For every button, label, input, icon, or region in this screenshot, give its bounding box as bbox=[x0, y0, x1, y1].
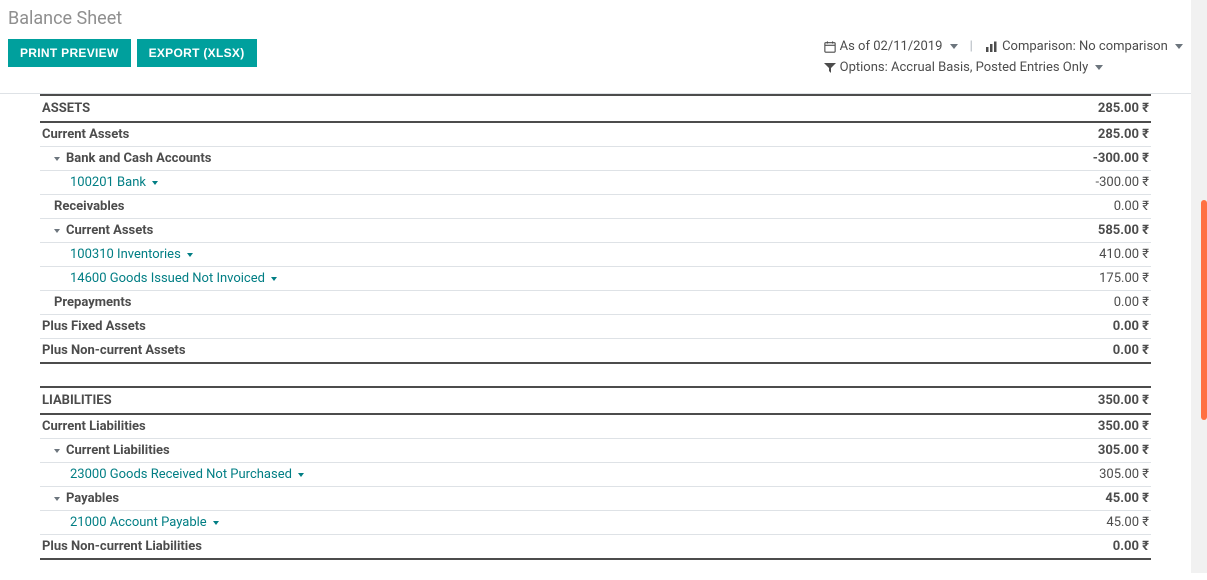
liabilities-amount: 350.00 ₹ bbox=[946, 387, 1151, 414]
current-assets-hdr-label: Current Assets bbox=[40, 122, 946, 147]
options-label: Options: bbox=[840, 60, 888, 75]
plus-ncl-amount: 0.00 ₹ bbox=[946, 535, 1151, 560]
payables-amount: 45.00 ₹ bbox=[946, 487, 1151, 511]
bank-cash-amount: -300.00 ₹ bbox=[946, 147, 1151, 171]
current-assets-amount: 585.00 ₹ bbox=[946, 219, 1151, 243]
row-bank[interactable]: 100201 Bank -300.00 ₹ bbox=[40, 171, 1151, 195]
prepayments-amount: 0.00 ₹ bbox=[946, 291, 1151, 315]
chevron-down-icon bbox=[213, 521, 219, 525]
cur-liab-amount: 305.00 ₹ bbox=[946, 439, 1151, 463]
row-inventories[interactable]: 100310 Inventories 410.00 ₹ bbox=[40, 243, 1151, 267]
chevron-down-icon bbox=[54, 157, 60, 161]
account-payable-amount: 45.00 ₹ bbox=[946, 511, 1151, 535]
liabilities-label: LIABILITIES bbox=[40, 387, 946, 414]
row-current-assets-header[interactable]: Current Assets 285.00 ₹ bbox=[40, 122, 1151, 147]
account-payable-link[interactable]: 21000 Account Payable bbox=[70, 515, 207, 530]
goods-received-amount: 305.00 ₹ bbox=[946, 463, 1151, 487]
assets-label: ASSETS bbox=[40, 95, 946, 122]
receivables-label: Receivables bbox=[40, 195, 946, 219]
plus-fixed-amount: 0.00 ₹ bbox=[946, 315, 1151, 339]
inventories-link[interactable]: 100310 Inventories bbox=[70, 247, 181, 262]
filter-icon bbox=[824, 62, 836, 74]
row-bank-cash[interactable]: Bank and Cash Accounts -300.00 ₹ bbox=[40, 147, 1151, 171]
plus-nca-label: Plus Non-current Assets bbox=[40, 339, 946, 364]
chevron-down-icon bbox=[54, 497, 60, 501]
chevron-down-icon bbox=[950, 44, 958, 49]
row-assets[interactable]: ASSETS 285.00 ₹ bbox=[40, 95, 1151, 122]
comparison-filter[interactable]: Comparison: No comparison bbox=[985, 39, 1183, 54]
comparison-label: Comparison: bbox=[1002, 39, 1076, 54]
row-plus-nca[interactable]: Plus Non-current Assets 0.00 ₹ bbox=[40, 339, 1151, 364]
payables-label: Payables bbox=[66, 491, 119, 506]
prepayments-label: Prepayments bbox=[40, 291, 946, 315]
inventories-amount: 410.00 ₹ bbox=[946, 243, 1151, 267]
row-plus-ncl[interactable]: Plus Non-current Liabilities 0.00 ₹ bbox=[40, 535, 1151, 560]
goods-issued-link[interactable]: 14600 Goods Issued Not Invoiced bbox=[70, 271, 265, 286]
row-prepayments[interactable]: Prepayments 0.00 ₹ bbox=[40, 291, 1151, 315]
page-title: Balance Sheet bbox=[8, 8, 1183, 29]
chevron-down-icon bbox=[1095, 65, 1103, 70]
chevron-down-icon bbox=[187, 253, 193, 257]
receivables-amount: 0.00 ₹ bbox=[946, 195, 1151, 219]
row-current-liabilities[interactable]: Current Liabilities 305.00 ₹ bbox=[40, 439, 1151, 463]
options-filter[interactable]: Options: Accrual Basis, Posted Entries O… bbox=[824, 60, 1103, 75]
cur-liab-label: Current Liabilities bbox=[66, 443, 170, 458]
goods-issued-amount: 175.00 ₹ bbox=[946, 267, 1151, 291]
assets-amount: 285.00 ₹ bbox=[946, 95, 1151, 122]
asof-label: As of bbox=[840, 39, 870, 54]
report-body: ASSETS 285.00 ₹ Current Assets 285.00 ₹ … bbox=[0, 94, 1191, 580]
date-filter[interactable]: As of 02/11/2019 bbox=[824, 39, 957, 54]
chevron-down-icon bbox=[54, 229, 60, 233]
current-assets-hdr-amount: 285.00 ₹ bbox=[946, 122, 1151, 147]
row-liabilities[interactable]: LIABILITIES 350.00 ₹ bbox=[40, 387, 1151, 414]
chevron-down-icon bbox=[298, 473, 304, 477]
goods-received-link[interactable]: 23000 Goods Received Not Purchased bbox=[70, 467, 292, 482]
row-current-assets[interactable]: Current Assets 585.00 ₹ bbox=[40, 219, 1151, 243]
scrollbar[interactable] bbox=[1191, 0, 1207, 573]
row-plus-fixed-assets[interactable]: Plus Fixed Assets 0.00 ₹ bbox=[40, 315, 1151, 339]
cur-liab-hdr-label: Current Liabilities bbox=[40, 414, 946, 439]
plus-nca-amount: 0.00 ₹ bbox=[946, 339, 1151, 364]
row-payables[interactable]: Payables 45.00 ₹ bbox=[40, 487, 1151, 511]
chevron-down-icon bbox=[271, 277, 277, 281]
print-preview-button[interactable]: PRINT PREVIEW bbox=[8, 39, 131, 67]
row-account-payable[interactable]: 21000 Account Payable 45.00 ₹ bbox=[40, 511, 1151, 535]
row-current-liabilities-header[interactable]: Current Liabilities 350.00 ₹ bbox=[40, 414, 1151, 439]
bank-link[interactable]: 100201 Bank bbox=[70, 175, 146, 190]
chevron-down-icon bbox=[152, 181, 158, 185]
current-assets-label: Current Assets bbox=[66, 223, 153, 238]
bank-amount: -300.00 ₹ bbox=[946, 171, 1151, 195]
plus-fixed-label: Plus Fixed Assets bbox=[40, 315, 946, 339]
plus-ncl-label: Plus Non-current Liabilities bbox=[40, 535, 946, 560]
row-goods-received[interactable]: 23000 Goods Received Not Purchased 305.0… bbox=[40, 463, 1151, 487]
row-goods-issued[interactable]: 14600 Goods Issued Not Invoiced 175.00 ₹ bbox=[40, 267, 1151, 291]
header: Balance Sheet PRINT PREVIEW EXPORT (XLSX… bbox=[0, 0, 1191, 94]
asof-date: 02/11/2019 bbox=[873, 39, 942, 54]
chevron-down-icon bbox=[54, 449, 60, 453]
comparison-value: No comparison bbox=[1079, 39, 1168, 54]
report-filters: As of 02/11/2019 | Comparison: No compar… bbox=[824, 39, 1183, 81]
options-value: Accrual Basis, Posted Entries Only bbox=[891, 60, 1088, 75]
calendar-icon bbox=[824, 41, 836, 53]
chevron-down-icon bbox=[1175, 44, 1183, 49]
cur-liab-hdr-amount: 350.00 ₹ bbox=[946, 414, 1151, 439]
row-receivables[interactable]: Receivables 0.00 ₹ bbox=[40, 195, 1151, 219]
scroll-thumb[interactable] bbox=[1201, 200, 1207, 420]
export-xlsx-button[interactable]: EXPORT (XLSX) bbox=[137, 39, 257, 67]
chart-icon bbox=[985, 41, 999, 53]
bank-cash-label: Bank and Cash Accounts bbox=[66, 151, 211, 166]
